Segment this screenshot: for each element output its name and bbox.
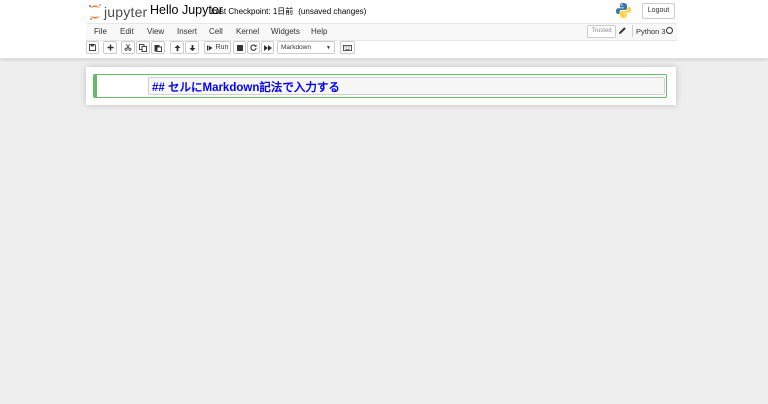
paste-button[interactable] (151, 41, 165, 54)
cell-type-select[interactable]: Markdown ▼ (277, 41, 335, 54)
run-button[interactable]: Run (204, 41, 231, 54)
menu-cell[interactable]: Cell (209, 27, 223, 36)
pencil-icon[interactable] (618, 26, 627, 35)
notebook-header: jupyter Hello Jupyter Last Checkpoint: 1… (0, 0, 768, 59)
menu-file[interactable]: File (94, 27, 107, 36)
insert-cell-button[interactable] (103, 41, 117, 54)
restart-run-all-button[interactable] (261, 41, 274, 54)
menu-view[interactable]: View (147, 27, 164, 36)
cell-type-value: Markdown (281, 44, 311, 51)
caret-down-icon: ▼ (326, 45, 331, 51)
menu-widgets[interactable]: Widgets (271, 27, 300, 36)
trusted-indicator[interactable]: Trusted (587, 25, 616, 38)
menu-help[interactable]: Help (311, 27, 327, 36)
copy-icon (139, 43, 147, 52)
kernel-name[interactable]: Python 3 (636, 27, 666, 36)
refresh-icon (250, 44, 257, 51)
cell-source-text: ## セルにMarkdown記法で入力する (152, 82, 340, 94)
menu-kernel[interactable]: Kernel (236, 27, 259, 36)
arrow-down-icon (188, 44, 196, 51)
jupyter-logo-icon (89, 4, 101, 20)
interrupt-button[interactable] (233, 41, 246, 54)
stop-icon (236, 44, 243, 51)
unsaved-changes-label: (unsaved changes) (298, 7, 367, 16)
menu-insert[interactable]: Insert (177, 27, 197, 36)
paste-icon (154, 44, 162, 52)
jupyter-logo[interactable]: jupyter (88, 2, 147, 22)
markdown-cell[interactable]: ## セルにMarkdown記法で入力する (93, 74, 667, 98)
restart-button[interactable] (247, 41, 260, 54)
scissors-icon (124, 44, 132, 51)
arrow-up-icon (173, 44, 181, 51)
kernel-idle-indicator (666, 27, 673, 34)
checkpoint-label: Last Checkpoint: 1日前 (211, 7, 294, 16)
checkpoint-status: Last Checkpoint: 1日前 (unsaved changes) (211, 6, 366, 17)
save-button[interactable] (86, 41, 99, 54)
move-down-button[interactable] (185, 41, 199, 54)
menu-edit[interactable]: Edit (120, 27, 134, 36)
cut-button[interactable] (121, 41, 135, 54)
python-logo-icon (616, 3, 631, 18)
command-palette-button[interactable] (340, 41, 355, 54)
run-button-label: Run (215, 44, 229, 51)
notebook-toolbar: Run Markdown ▼ (86, 41, 677, 56)
notebook-container: ## セルにMarkdown記法で入力する (86, 67, 676, 105)
keyboard-icon (343, 44, 352, 51)
move-up-button[interactable] (170, 41, 184, 54)
logout-button[interactable]: Logout (642, 3, 675, 19)
save-icon (89, 44, 96, 51)
cell-input-area[interactable]: ## セルにMarkdown記法で入力する (148, 77, 665, 95)
step-forward-icon (206, 45, 213, 50)
copy-button[interactable] (136, 41, 150, 54)
plus-icon (106, 44, 114, 51)
fast-forward-icon (263, 44, 272, 51)
kernel-separator (632, 25, 633, 37)
jupyter-logo-text: jupyter (104, 4, 148, 20)
